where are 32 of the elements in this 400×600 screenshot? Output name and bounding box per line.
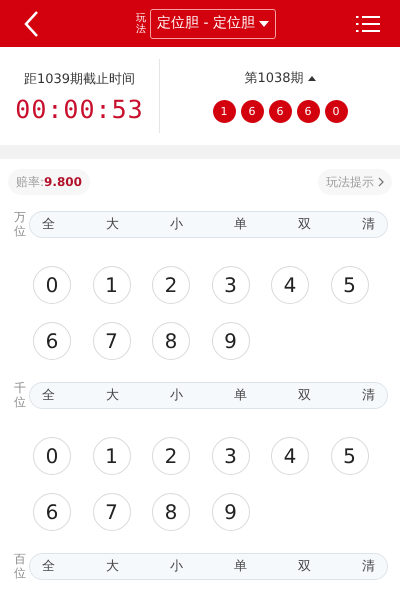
- odds-value: 9.800: [44, 174, 82, 191]
- chevron-right-icon: [378, 177, 384, 187]
- quick-select-option[interactable]: 单: [234, 386, 247, 406]
- position-label: 百位: [14, 553, 26, 580]
- quick-select-option[interactable]: 大: [106, 386, 119, 406]
- quick-select-option[interactable]: 小: [170, 386, 183, 406]
- position-label: 万位: [14, 211, 26, 238]
- menu-icon[interactable]: [356, 14, 380, 34]
- quick-select-option[interactable]: 全: [42, 386, 55, 406]
- quick-select-option[interactable]: 双: [298, 214, 311, 234]
- quick-select-option[interactable]: 双: [298, 386, 311, 406]
- quick-select-option[interactable]: 小: [170, 556, 183, 576]
- countdown-label: 距1039期截止时间: [24, 70, 136, 89]
- position-label: 千位: [14, 382, 26, 409]
- quick-select-option[interactable]: 清: [362, 214, 375, 234]
- quick-select-option[interactable]: 小: [170, 214, 183, 234]
- quick-select-option[interactable]: 大: [106, 556, 119, 576]
- caret-icon: [258, 20, 269, 26]
- quick-select-option[interactable]: 清: [362, 386, 375, 406]
- caret-up-icon[interactable]: [308, 76, 316, 81]
- quick-select-option[interactable]: 大: [106, 214, 119, 234]
- quick-select-option[interactable]: 单: [234, 214, 247, 234]
- countdown-timer: 00:00:53: [15, 97, 144, 122]
- last-issue-label: 第1038期: [244, 70, 304, 88]
- quick-select-option[interactable]: 单: [234, 556, 247, 576]
- play-type-dropdown[interactable]: 定位胆 - 定位胆: [150, 8, 276, 38]
- play-label: 玩法: [136, 12, 146, 34]
- quick-select-option[interactable]: 全: [42, 556, 55, 576]
- odds-label: 赔率:: [16, 174, 44, 191]
- quick-select-option[interactable]: 全: [42, 214, 55, 234]
- quick-select-option[interactable]: 双: [298, 556, 311, 576]
- quick-select-option[interactable]: 清: [362, 556, 375, 576]
